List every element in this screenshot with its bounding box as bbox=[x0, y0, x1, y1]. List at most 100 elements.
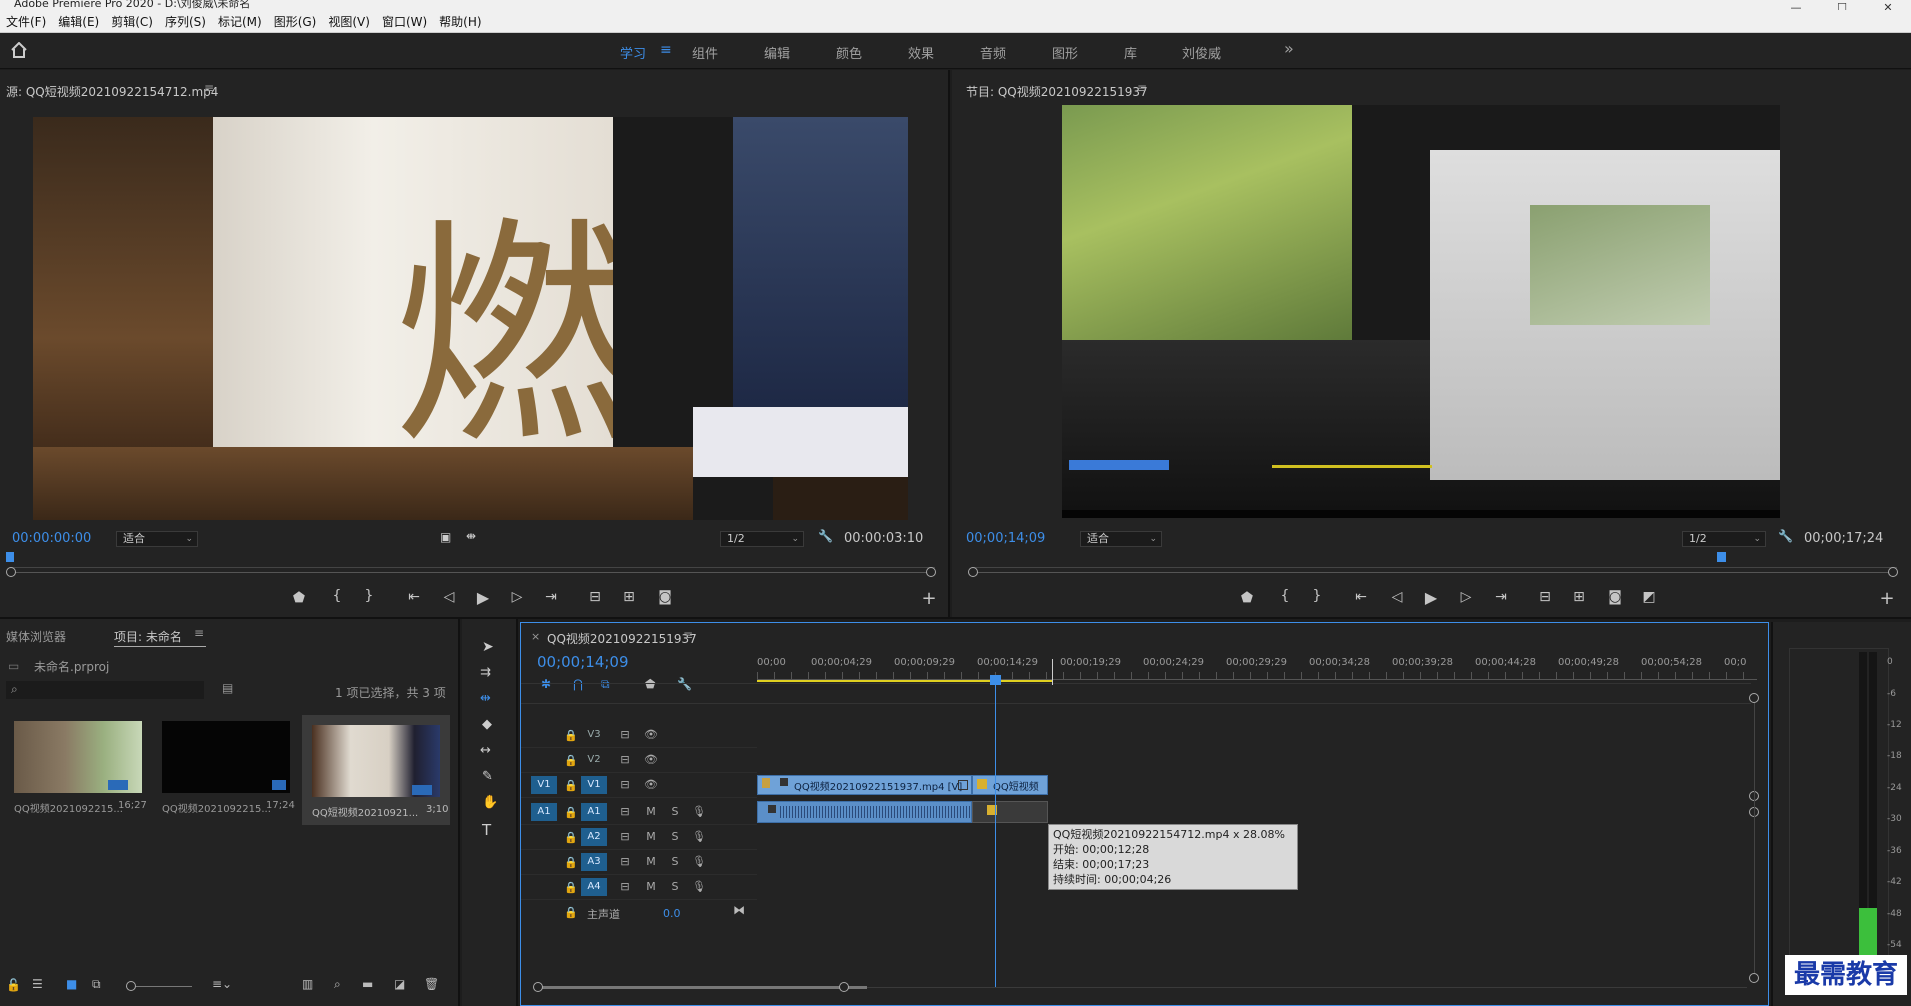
source-settings-icon[interactable]: 🔧 bbox=[818, 529, 833, 543]
timeline-zoom-bar[interactable] bbox=[537, 986, 867, 989]
program-zoom-bar[interactable] bbox=[972, 572, 1893, 573]
tab-custom[interactable]: 刘俊威 bbox=[1182, 43, 1221, 62]
source-zoom-knob-right[interactable] bbox=[926, 567, 936, 577]
new-search-bin-icon[interactable]: ▤ bbox=[222, 681, 233, 695]
source-patch-a1[interactable]: A1 bbox=[531, 803, 557, 821]
workspace-more-icon[interactable]: » bbox=[1284, 39, 1294, 58]
track-target-a4[interactable]: A4 bbox=[581, 878, 607, 896]
go-to-in-icon[interactable]: ⇤ bbox=[403, 589, 425, 605]
marker-icon[interactable]: ⬟ bbox=[288, 590, 310, 606]
track-target-v2[interactable]: V2 bbox=[581, 751, 607, 769]
lock-icon[interactable]: 🔒 bbox=[563, 729, 579, 742]
clip-v1-second[interactable]: QQ短视频 bbox=[972, 775, 1048, 795]
find-icon[interactable]: ⌕ bbox=[334, 977, 341, 992]
hand-tool-icon[interactable]: ✋ bbox=[482, 795, 498, 810]
workspace-menu-icon[interactable]: ≡ bbox=[660, 42, 672, 58]
drag-video-icon[interactable]: ▣ bbox=[440, 530, 451, 544]
voiceover-mic-icon[interactable]: 🎙 bbox=[691, 830, 707, 843]
program-timecode[interactable]: 00;00;14;09 bbox=[966, 531, 1045, 546]
program-zoom-knob-right[interactable] bbox=[1888, 567, 1898, 577]
close-sequence-icon[interactable]: × bbox=[531, 630, 540, 643]
mute-icon[interactable]: M bbox=[643, 880, 659, 893]
timeline-playhead[interactable] bbox=[995, 681, 996, 987]
mute-icon[interactable]: M bbox=[643, 805, 659, 818]
scroll-knob[interactable] bbox=[1749, 693, 1759, 703]
menu-marker[interactable]: 标记(M) bbox=[212, 10, 268, 32]
tab-graphics[interactable]: 图形 bbox=[1052, 43, 1078, 62]
razor-tool-icon[interactable]: ◆ bbox=[482, 717, 492, 732]
eye-icon[interactable]: 👁 bbox=[643, 728, 659, 741]
trash-icon[interactable]: 🗑 bbox=[424, 977, 439, 991]
voiceover-mic-icon[interactable]: 🎙 bbox=[691, 805, 707, 818]
linked-selection-icon[interactable]: ⧉ bbox=[601, 677, 610, 692]
program-settings-icon[interactable]: 🔧 bbox=[1778, 529, 1793, 543]
source-timecode[interactable]: 00:00:00:00 bbox=[12, 531, 91, 546]
zoom-knob-left[interactable] bbox=[533, 982, 543, 992]
tab-effects[interactable]: 效果 bbox=[908, 43, 934, 62]
work-area-bar[interactable] bbox=[757, 680, 1053, 682]
tab-learning[interactable]: 学习 bbox=[620, 43, 646, 62]
automate-to-sequence-icon[interactable]: ▥ bbox=[302, 977, 313, 991]
clip-a1-second[interactable] bbox=[972, 801, 1048, 823]
program-playhead[interactable] bbox=[1717, 552, 1727, 562]
lock-icon[interactable]: 🔒 bbox=[563, 831, 579, 844]
snap-icon[interactable]: ⋂ bbox=[573, 677, 583, 691]
tab-libraries[interactable]: 库 bbox=[1124, 43, 1137, 62]
program-fit-select[interactable]: 适合 ⌄ bbox=[1080, 531, 1162, 547]
sync-lock-icon[interactable]: ⊟ bbox=[617, 728, 633, 741]
program-add-button-icon[interactable]: + bbox=[1876, 588, 1898, 609]
new-bin-icon[interactable]: ▬ bbox=[362, 977, 373, 991]
menu-help[interactable]: 帮助(H) bbox=[433, 10, 487, 32]
menu-window[interactable]: 窗口(W) bbox=[376, 10, 433, 32]
source-patch-v1[interactable]: V1 bbox=[531, 776, 557, 794]
step-back-icon[interactable]: ◁ bbox=[438, 589, 460, 605]
tab-media-browser[interactable]: 媒体浏览器 bbox=[6, 628, 66, 645]
program-time-ruler[interactable] bbox=[972, 554, 1897, 568]
clip-a1-main[interactable] bbox=[757, 801, 972, 823]
scroll-knob[interactable] bbox=[1749, 973, 1759, 983]
play-icon[interactable]: ▶ bbox=[1420, 588, 1442, 607]
sync-lock-icon[interactable]: ⊟ bbox=[617, 778, 633, 791]
lock-icon[interactable]: 🔓 bbox=[6, 978, 21, 992]
source-add-button-icon[interactable]: + bbox=[918, 588, 940, 609]
program-panel-menu-icon[interactable]: ≡ bbox=[1137, 81, 1147, 95]
sync-lock-icon[interactable]: ⊟ bbox=[617, 753, 633, 766]
solo-icon[interactable]: S bbox=[667, 880, 683, 893]
export-frame-icon[interactable]: ◙ bbox=[654, 589, 676, 605]
extract-icon[interactable]: ⊞ bbox=[1568, 589, 1590, 605]
tab-assembly[interactable]: 组件 bbox=[692, 43, 718, 62]
play-icon[interactable]: ▶ bbox=[472, 588, 494, 607]
type-tool-icon[interactable]: T bbox=[482, 821, 491, 839]
tab-audio[interactable]: 音频 bbox=[980, 43, 1006, 62]
source-zoom-knob-left[interactable] bbox=[6, 567, 16, 577]
track-target-v1[interactable]: V1 bbox=[581, 776, 607, 794]
insert-icon[interactable]: ⊟ bbox=[584, 589, 606, 605]
lock-icon[interactable]: 🔒 bbox=[563, 906, 579, 919]
lock-icon[interactable]: 🔒 bbox=[563, 881, 579, 894]
menu-view[interactable]: 视图(V) bbox=[322, 10, 376, 32]
timeline-playhead-handle[interactable] bbox=[990, 675, 1001, 685]
mute-icon[interactable]: M bbox=[643, 855, 659, 868]
voiceover-mic-icon[interactable]: 🎙 bbox=[691, 880, 707, 893]
sync-lock-icon[interactable]: ⊟ bbox=[617, 855, 633, 868]
track-target-a3[interactable]: A3 bbox=[581, 853, 607, 871]
source-time-ruler[interactable] bbox=[10, 554, 935, 568]
master-bowtie-icon[interactable]: ⧓ bbox=[733, 903, 745, 917]
overwrite-icon[interactable]: ⊞ bbox=[618, 589, 640, 605]
track-target-v3[interactable]: V3 bbox=[581, 726, 607, 744]
sequence-title[interactable]: QQ视频20210922151937 bbox=[547, 630, 697, 647]
export-frame-icon[interactable]: ◙ bbox=[1604, 589, 1626, 605]
project-search-input[interactable]: ⌕ bbox=[6, 681, 204, 699]
go-to-in-icon[interactable]: ⇤ bbox=[1350, 589, 1372, 605]
slip-tool-icon[interactable]: ↔ bbox=[480, 743, 491, 758]
sync-lock-icon[interactable]: ⊟ bbox=[617, 880, 633, 893]
solo-icon[interactable]: S bbox=[667, 855, 683, 868]
drag-audio-icon[interactable]: ⇼ bbox=[466, 529, 476, 543]
sync-lock-icon[interactable]: ⊟ bbox=[617, 830, 633, 843]
track-select-tool-icon[interactable]: ⇉ bbox=[480, 665, 491, 680]
comparison-view-icon[interactable]: ◩ bbox=[1638, 589, 1660, 605]
selection-tool-icon[interactable]: ➤ bbox=[482, 639, 494, 655]
go-to-out-icon[interactable]: ⇥ bbox=[540, 589, 562, 605]
zoom-knob-right[interactable] bbox=[839, 982, 849, 992]
source-panel-menu-icon[interactable]: ≡ bbox=[204, 81, 214, 95]
